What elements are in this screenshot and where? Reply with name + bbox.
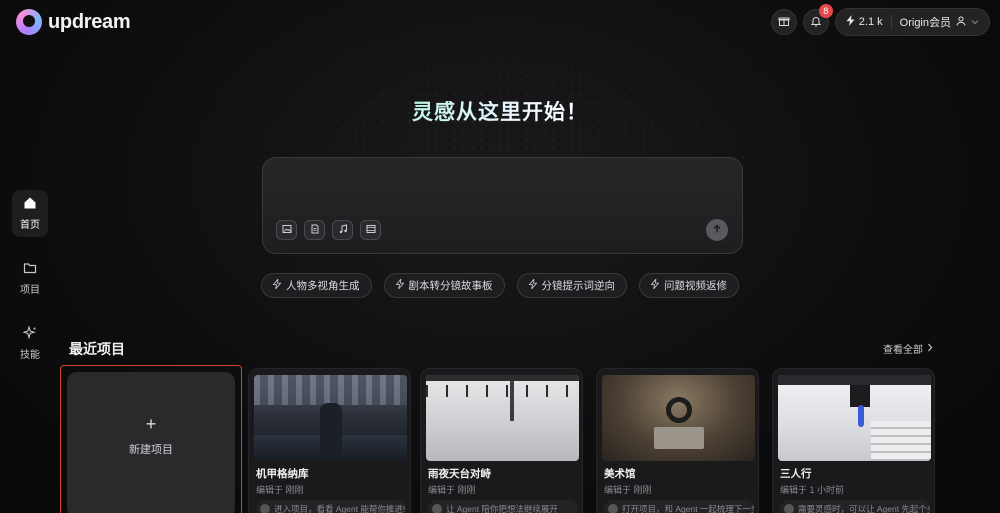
agent-avatar-icon xyxy=(784,504,794,513)
app-name: updream xyxy=(48,10,131,33)
sidebar-item-skills[interactable]: 技能 xyxy=(12,320,48,367)
bolt-icon xyxy=(650,277,660,292)
music-upload-button[interactable] xyxy=(332,220,353,240)
gift-button[interactable] xyxy=(770,9,797,35)
bolt-icon xyxy=(272,277,282,292)
bolt-icon xyxy=(846,15,855,29)
document-icon xyxy=(310,224,320,237)
sparkle-icon xyxy=(22,325,37,343)
recent-projects-title: 最近项目 xyxy=(69,341,125,357)
credits-value: 2.1 k xyxy=(858,16,883,28)
membership-menu[interactable]: Origin会员 xyxy=(900,14,979,30)
home-icon xyxy=(23,196,37,213)
chevron-down-icon xyxy=(971,16,979,28)
agent-avatar-icon xyxy=(432,504,442,513)
video-icon xyxy=(366,224,376,237)
sidebar-item-home[interactable]: 首页 xyxy=(12,190,48,237)
project-card[interactable]: 雨夜天台对峙 编辑于 刚刚 让 Agent 陪你把想法继续展开 xyxy=(420,368,583,513)
image-upload-icon xyxy=(282,224,292,237)
sidebar-item-label: 技能 xyxy=(20,350,40,361)
plus-icon: + xyxy=(145,413,157,434)
new-project-label: 新建项目 xyxy=(129,443,173,456)
project-name: 雨夜天台对峙 xyxy=(428,468,491,480)
prompt-input[interactable] xyxy=(262,157,743,254)
document-upload-button[interactable] xyxy=(304,220,325,240)
suggestion-chip[interactable]: 人物多视角生成 xyxy=(261,273,372,298)
see-all-label: 查看全部 xyxy=(883,345,923,356)
logo-mark-icon xyxy=(16,9,42,35)
see-all-link[interactable]: 查看全部 xyxy=(883,341,933,356)
send-button[interactable] xyxy=(706,219,728,241)
suggestion-chip[interactable]: 问题视频返修 xyxy=(639,273,739,298)
suggestion-chip[interactable]: 剧本转分镜故事板 xyxy=(383,273,505,298)
project-card[interactable]: 三人行 编辑于 1 小时前 需要灵感时，可以让 Agent 先起个头 xyxy=(772,368,935,513)
suggestion-label: 人物多视角生成 xyxy=(286,280,360,292)
suggestion-chips: 人物多视角生成 剧本转分镜故事板 分镜提示词逆向 问题视频返修 xyxy=(0,273,1000,298)
prompt-toolbar xyxy=(276,220,381,240)
suggestion-label: 分镜提示词逆向 xyxy=(541,280,616,292)
project-agent-hint: 打开项目，和 Agent 一起梳理下一步 xyxy=(604,500,754,513)
project-edited-time: 编辑于 1 小时前 xyxy=(780,485,845,495)
suggestion-chip[interactable]: 分镜提示词逆向 xyxy=(516,273,627,298)
project-edited-time: 编辑于 刚刚 xyxy=(256,485,304,495)
project-thumbnail xyxy=(778,375,931,461)
project-card[interactable]: 机甲格纳库 编辑于 刚刚 进入项目，看看 Agent 能帮你推进! xyxy=(248,368,411,513)
image-upload-button[interactable] xyxy=(276,220,297,240)
bell-icon xyxy=(810,15,822,30)
project-edited-time: 编辑于 刚刚 xyxy=(428,485,476,495)
music-icon xyxy=(338,223,348,237)
arrow-up-icon xyxy=(712,223,722,237)
sidebar-item-label: 首页 xyxy=(20,220,40,231)
suggestion-label: 问题视频返修 xyxy=(664,280,727,292)
bolt-icon xyxy=(395,277,404,292)
account-pill[interactable]: 2.1 k Origin会员 xyxy=(834,8,990,36)
project-card[interactable]: 美术馆 编辑于 刚刚 打开项目，和 Agent 一起梳理下一步 xyxy=(596,368,759,513)
agent-avatar-icon xyxy=(260,504,270,513)
chevron-right-icon xyxy=(927,343,933,355)
user-icon xyxy=(956,16,966,29)
project-agent-hint: 需要灵感时，可以让 Agent 先起个头 xyxy=(780,500,930,513)
new-project-button[interactable]: + 新建项目 xyxy=(67,372,235,513)
project-name: 三人行 xyxy=(780,468,812,480)
divider xyxy=(890,15,892,29)
agent-avatar-icon xyxy=(608,504,618,513)
project-thumbnail xyxy=(254,375,407,461)
notifications-button[interactable]: 8 xyxy=(802,4,833,35)
notifications-badge: 8 xyxy=(818,4,833,18)
credits-display[interactable]: 2.1 k xyxy=(846,15,883,29)
suggestion-label: 剧本转分镜故事板 xyxy=(408,280,493,292)
membership-label: Origin会员 xyxy=(899,17,951,29)
app-logo[interactable]: updream xyxy=(16,9,131,35)
gift-icon xyxy=(778,15,790,30)
header-actions: 8 2.1 k Origin会员 xyxy=(770,4,990,36)
project-agent-hint: 让 Agent 陪你把想法继续展开 xyxy=(428,500,578,513)
project-thumbnail xyxy=(602,375,755,461)
new-project-card[interactable]: + 新建项目 xyxy=(60,365,242,513)
recent-projects-list: + 新建项目 机甲格纳库 编辑于 刚刚 进入项目，看看 Agent 能帮你推进!… xyxy=(60,365,940,513)
project-name: 机甲格纳库 xyxy=(256,468,309,480)
project-agent-hint: 进入项目，看看 Agent 能帮你推进! xyxy=(256,500,406,513)
project-thumbnail xyxy=(426,375,579,461)
video-upload-button[interactable] xyxy=(360,220,381,240)
bolt-icon xyxy=(528,277,537,292)
project-edited-time: 编辑于 刚刚 xyxy=(604,485,652,495)
project-name: 美术馆 xyxy=(604,468,636,480)
hero-title: 灵感从这里开始！ xyxy=(412,101,588,124)
